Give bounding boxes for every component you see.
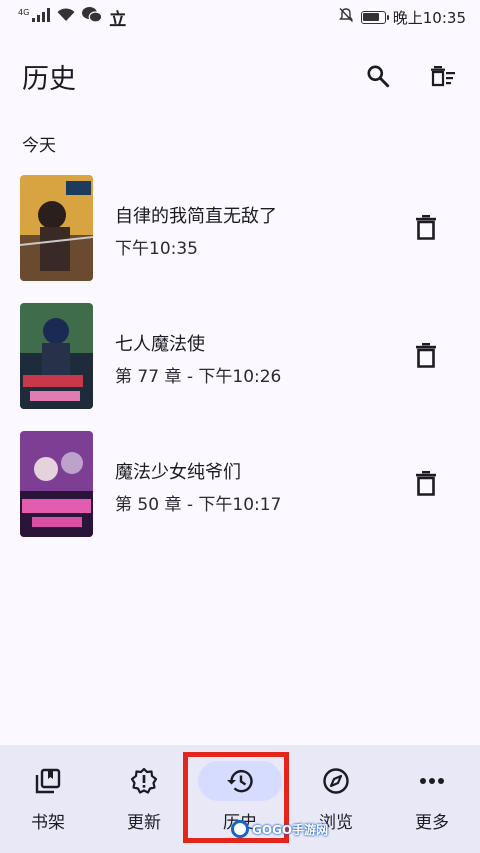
clock: 晚上10:35 (392, 8, 466, 27)
history-icon (227, 769, 253, 793)
nav-updates[interactable]: 更新 (96, 745, 192, 853)
search-button[interactable] (356, 54, 400, 98)
signal-icon (32, 8, 51, 26)
last-read-info: 第 50 章 - 下午10:17 (115, 495, 282, 515)
nav-library[interactable]: 书架 (0, 745, 96, 853)
clear-all-icon (431, 66, 455, 87)
top-app-bar: 历史 (0, 44, 480, 108)
watermark-logo-icon (231, 820, 249, 838)
delete-button[interactable] (404, 205, 448, 249)
status-left: 4G 立 (18, 5, 126, 30)
watermark: GOGO手游网 (225, 818, 334, 840)
delete-button[interactable] (404, 461, 448, 505)
delete-icon (416, 471, 436, 496)
history-item[interactable]: 魔法少女纯爷们 第 50 章 - 下午10:17 (0, 426, 480, 554)
wechat-icon (82, 7, 103, 27)
clear-history-button[interactable] (421, 54, 465, 98)
history-item[interactable]: 七人魔法使 第 77 章 - 下午10:26 (0, 298, 480, 426)
nav-label: 更新 (127, 813, 161, 833)
nav-indicator (400, 761, 464, 801)
more-icon (420, 778, 444, 784)
app-notification-icon: 立 (109, 9, 127, 30)
section-header-today: 今天 (22, 136, 56, 156)
status-bar: 4G 立 晚上10:35 (0, 0, 480, 34)
network-type: 4G (18, 7, 30, 17)
wifi-icon (57, 8, 75, 26)
manga-title: 自律的我简直无敌了 (115, 206, 277, 227)
updates-icon (130, 767, 158, 794)
nav-indicator (304, 761, 368, 801)
page-title: 历史 (22, 63, 76, 95)
battery-icon (360, 10, 389, 24)
delete-icon (416, 215, 436, 240)
status-right: 晚上10:35 (338, 7, 466, 28)
watermark-text: GOGO手游网 (252, 822, 329, 837)
manga-cover[interactable] (20, 303, 93, 409)
library-icon (35, 768, 61, 794)
nav-indicator (16, 761, 80, 801)
search-icon (367, 65, 390, 88)
nav-label: 书架 (31, 813, 65, 833)
nav-indicator (112, 761, 176, 801)
delete-icon (416, 343, 436, 368)
manga-title: 魔法少女纯爷们 (115, 462, 241, 483)
nav-indicator-active (198, 761, 282, 801)
mute-icon (338, 7, 354, 27)
history-screen: 4G 立 晚上10:35 历史 今天 自律的我简直无敌了 下午10:35 七人魔… (0, 0, 480, 853)
delete-button[interactable] (404, 333, 448, 377)
manga-cover[interactable] (20, 175, 93, 281)
compass-icon (323, 768, 349, 794)
last-read-info: 下午10:35 (115, 239, 198, 259)
history-item[interactable]: 自律的我简直无敌了 下午10:35 (0, 170, 480, 298)
manga-cover[interactable] (20, 431, 93, 537)
history-list: 自律的我简直无敌了 下午10:35 七人魔法使 第 77 章 - 下午10:26 (0, 170, 480, 554)
nav-more[interactable]: 更多 (384, 745, 480, 853)
last-read-info: 第 77 章 - 下午10:26 (115, 367, 282, 387)
nav-label: 更多 (415, 813, 449, 833)
manga-title: 七人魔法使 (115, 334, 205, 355)
